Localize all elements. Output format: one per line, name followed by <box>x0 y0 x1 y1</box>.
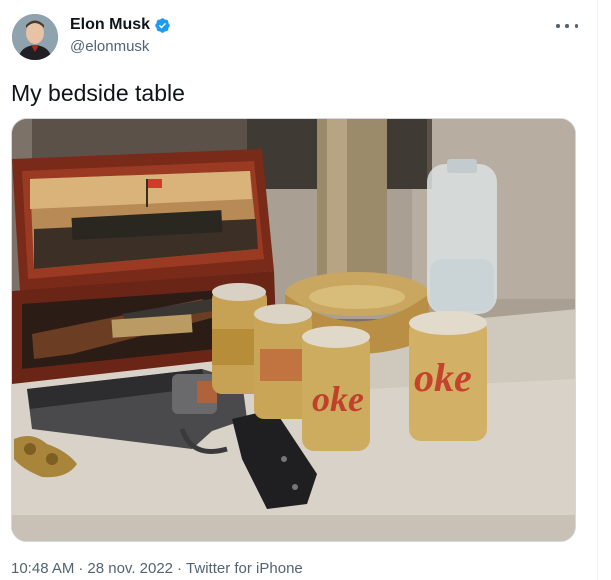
can-logo: oke <box>414 355 472 400</box>
tweet: Elon Musk @elonmusk My bedside table oke… <box>0 0 597 580</box>
tweet-source[interactable]: Twitter for iPhone <box>186 560 303 577</box>
separator-dot: · <box>78 560 84 577</box>
column-border <box>597 0 598 580</box>
can-logo: oke <box>312 379 364 419</box>
tweet-text: My bedside table <box>11 80 185 106</box>
avatar-image <box>12 14 58 60</box>
bedside-table-photo: oke oke <box>12 119 575 541</box>
more-horizontal-icon[interactable] <box>556 18 578 34</box>
separator-dot: · <box>177 560 183 577</box>
tweet-time[interactable]: 10:48 AM <box>11 560 74 577</box>
tweet-photo[interactable]: oke oke <box>11 118 576 542</box>
can-3: oke <box>302 326 370 451</box>
tweet-meta: 10:48 AM · 28 nov. 2022 · Twitter for iPhone <box>11 560 303 577</box>
verified-badge-icon <box>154 17 171 34</box>
author-name-row[interactable]: Elon Musk <box>70 16 171 34</box>
can-4: oke <box>409 311 487 441</box>
tweet-date[interactable]: 28 nov. 2022 <box>87 560 173 577</box>
avatar[interactable] <box>12 14 58 60</box>
author-handle[interactable]: @elonmusk <box>70 38 149 55</box>
author-display-name[interactable]: Elon Musk <box>70 16 150 34</box>
